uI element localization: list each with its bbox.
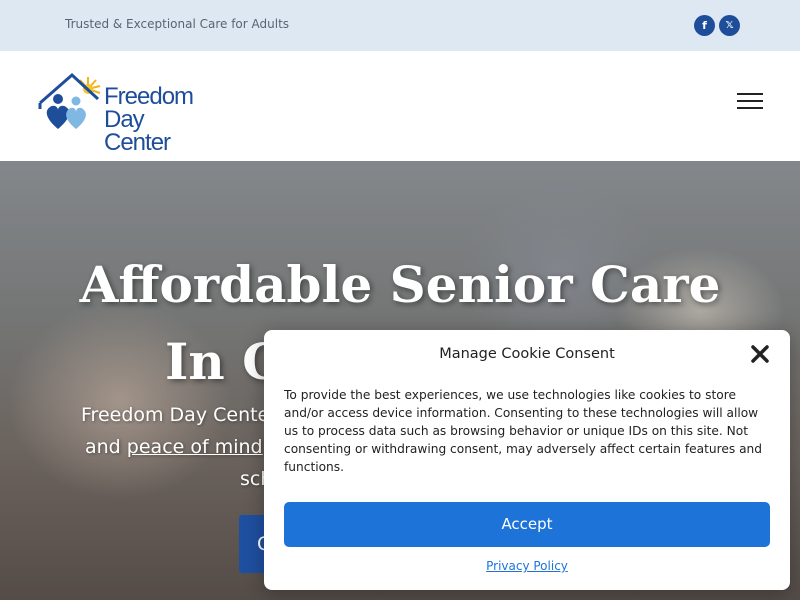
close-icon[interactable] <box>750 344 770 364</box>
hero-title-line1: Affordable Senior Care <box>79 255 721 314</box>
hamburger-menu-icon[interactable] <box>737 93 763 109</box>
modal-body-text: To provide the best experiences, we use … <box>284 388 763 474</box>
top-bar: Trusted & Exceptional Care for Adults f … <box>0 0 800 51</box>
peace-of-mind-link[interactable]: peace of mind <box>127 436 263 458</box>
tagline: Trusted & Exceptional Care for Adults <box>65 17 290 31</box>
facebook-icon[interactable]: f <box>694 15 715 36</box>
cookie-consent-modal: Manage Cookie Consent To provide the bes… <box>264 330 790 590</box>
accept-button[interactable]: Accept <box>284 502 770 547</box>
logo[interactable]: Freedom Day Center <box>38 71 198 155</box>
logo-house-hearts-icon <box>38 72 101 129</box>
privacy-policy-link[interactable]: Privacy Policy <box>264 559 790 573</box>
modal-title: Manage Cookie Consent <box>439 346 615 362</box>
logo-text: Freedom Day Center <box>104 83 194 156</box>
x-twitter-icon[interactable]: 𝕏 <box>719 15 740 36</box>
site-header: Freedom Day Center <box>0 51 800 161</box>
